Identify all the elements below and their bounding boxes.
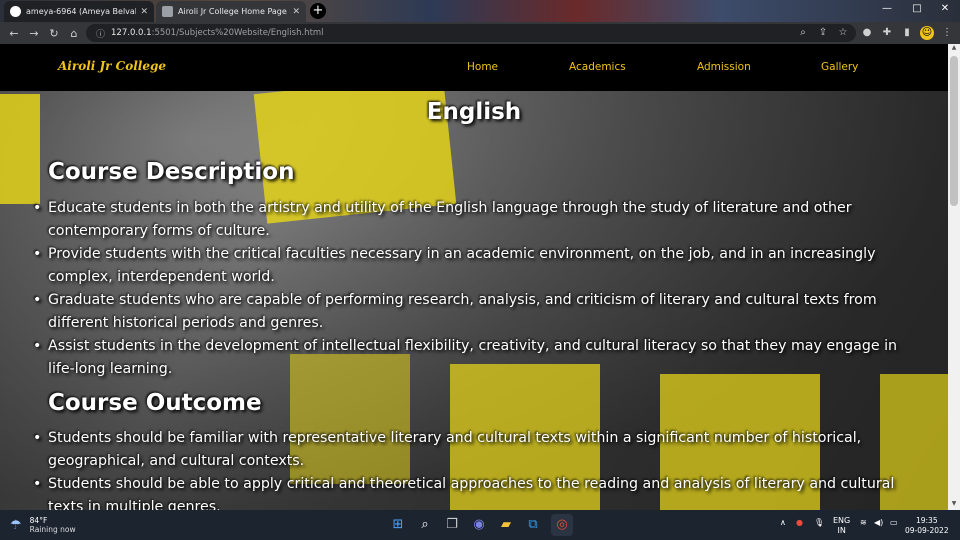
forward-icon[interactable]: → bbox=[24, 27, 44, 40]
site-brand[interactable]: Airoli Jr College bbox=[58, 59, 166, 73]
volume-icon[interactable]: ◀) bbox=[874, 518, 883, 527]
clock-date: 09-09-2022 bbox=[905, 526, 949, 535]
search-icon[interactable]: ⌕ bbox=[414, 514, 436, 536]
list-item: Provide students with the critical facul… bbox=[33, 243, 908, 289]
course-description-heading: Course Description bbox=[48, 159, 295, 185]
course-outcome-list: Students should be familiar with represe… bbox=[33, 427, 908, 510]
new-tab-button[interactable]: + bbox=[310, 3, 326, 19]
nav-link-home[interactable]: Home bbox=[467, 61, 498, 73]
chrome-icon[interactable]: ◎ bbox=[551, 514, 573, 536]
language-code: ENG bbox=[833, 516, 851, 525]
extension-icon[interactable]: ● bbox=[860, 26, 874, 40]
page-viewport: Airoli Jr College Home Academics Admissi… bbox=[0, 44, 948, 510]
umbrella-icon: ☂ bbox=[10, 517, 22, 533]
clock-time: 19:35 bbox=[915, 516, 938, 525]
language-region: IN bbox=[837, 526, 846, 535]
puzzle-icon[interactable]: ✚ bbox=[880, 26, 894, 40]
battery-icon[interactable]: ▭ bbox=[890, 518, 898, 527]
minimize-icon[interactable]: — bbox=[872, 0, 902, 20]
microphone-icon[interactable]: 🎙 bbox=[814, 518, 824, 527]
tray-overflow-icon[interactable]: ∧ bbox=[780, 518, 786, 527]
course-outcome-heading: Course Outcome bbox=[48, 390, 262, 416]
url-path: :5501/Subjects%20Website/English.html bbox=[151, 28, 324, 38]
zoom-icon[interactable]: ⌕ bbox=[796, 26, 810, 40]
address-bar[interactable]: ⓘ 127.0.0.1 :5501/Subjects%20Website/Eng… bbox=[86, 24, 856, 42]
home-icon[interactable]: ⌂ bbox=[64, 27, 84, 40]
reload-icon[interactable]: ↻ bbox=[44, 27, 64, 40]
bookmark-star-icon[interactable]: ☆ bbox=[836, 26, 850, 40]
system-clock[interactable]: 19:35 09-09-2022 bbox=[905, 516, 949, 536]
language-indicator[interactable]: ENG IN bbox=[833, 516, 850, 536]
window-close-icon[interactable]: ✕ bbox=[930, 0, 960, 20]
task-view-icon[interactable]: ❐ bbox=[441, 514, 463, 536]
scroll-down-icon[interactable]: ▼ bbox=[948, 500, 960, 510]
tab-title: Airoli Jr College Home Page bbox=[178, 7, 287, 16]
profile-avatar[interactable]: ☺ bbox=[920, 26, 934, 40]
list-item: Assist students in the development of in… bbox=[33, 335, 908, 381]
vscode-icon[interactable]: ⧉ bbox=[522, 514, 544, 536]
weather-widget[interactable]: ☂ 84°F Raining now bbox=[10, 516, 76, 534]
close-icon[interactable]: ✕ bbox=[292, 7, 300, 17]
list-item: Students should be familiar with represe… bbox=[33, 427, 908, 473]
menu-icon[interactable]: ⋮ bbox=[940, 26, 954, 40]
list-item: Students should be able to apply critica… bbox=[33, 473, 908, 510]
sidepanel-icon[interactable]: ▮ bbox=[900, 26, 914, 40]
scrollbar-thumb[interactable] bbox=[950, 56, 958, 206]
file-explorer-icon[interactable]: ▰ bbox=[495, 514, 517, 536]
browser-tab-bar: ameya-6964 (Ameya Belvalkar) ✕ Airoli Jr… bbox=[0, 0, 960, 22]
site-info-icon[interactable]: ⓘ bbox=[96, 27, 105, 40]
page-title: English bbox=[426, 99, 522, 125]
windows-start-icon[interactable]: ⊞ bbox=[387, 514, 409, 536]
wifi-icon[interactable]: ≋ bbox=[860, 518, 867, 527]
maximize-icon[interactable]: □ bbox=[902, 0, 932, 20]
windows-taskbar: ☂ 84°F Raining now ⊞ ⌕ ❐ ◉ ▰ ⧉ ◎ ∧ ● 🎙 E… bbox=[0, 510, 960, 540]
site-navbar: Airoli Jr College Home Academics Admissi… bbox=[0, 44, 948, 91]
nav-link-admission[interactable]: Admission bbox=[697, 61, 751, 73]
page-icon bbox=[162, 6, 173, 17]
page-scrollbar[interactable]: ▲ ▼ bbox=[948, 44, 960, 510]
back-icon[interactable]: ← bbox=[4, 27, 24, 40]
list-item: Graduate students who are capable of per… bbox=[33, 289, 908, 335]
list-item: Educate students in both the artistry an… bbox=[33, 197, 908, 243]
tab-title: ameya-6964 (Ameya Belvalkar) bbox=[26, 7, 136, 16]
weather-temperature: 84°F bbox=[29, 516, 48, 525]
browser-tab-college[interactable]: Airoli Jr College Home Page ✕ bbox=[156, 1, 306, 22]
tray-app-icon[interactable]: ● bbox=[796, 518, 803, 527]
close-icon[interactable]: ✕ bbox=[140, 7, 148, 17]
teams-chat-icon[interactable]: ◉ bbox=[468, 514, 490, 536]
github-icon bbox=[10, 6, 21, 17]
scroll-up-icon[interactable]: ▲ bbox=[948, 44, 960, 54]
browser-tab-github[interactable]: ameya-6964 (Ameya Belvalkar) ✕ bbox=[4, 1, 154, 22]
course-description-list: Educate students in both the artistry an… bbox=[33, 197, 908, 381]
url-host: 127.0.0.1 bbox=[111, 28, 152, 38]
share-icon[interactable]: ⇪ bbox=[816, 26, 830, 40]
nav-link-gallery[interactable]: Gallery bbox=[821, 61, 858, 73]
browser-toolbar: ← → ↻ ⌂ ⓘ 127.0.0.1 :5501/Subjects%20Web… bbox=[0, 22, 960, 44]
nav-link-academics[interactable]: Academics bbox=[569, 61, 626, 73]
weather-status: Raining now bbox=[29, 525, 76, 534]
